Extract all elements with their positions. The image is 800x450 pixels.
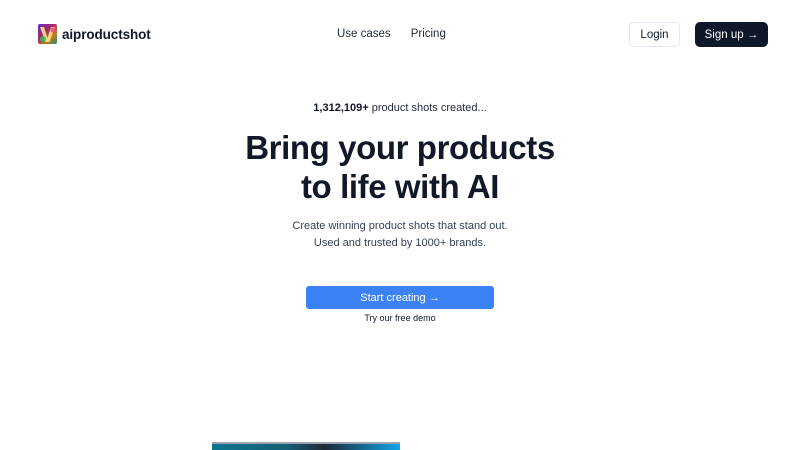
login-button[interactable]: Login [629,22,680,47]
hero-headline-line1: Bring your products [245,129,555,166]
nav-pricing[interactable]: Pricing [411,27,446,41]
main-nav: Use cases Pricing [337,27,446,41]
start-creating-button[interactable]: Start creating → [306,286,494,309]
hero-subtext-line2: Used and trusted by 1000+ brands. [313,237,487,249]
hero-headline: Bring your products to life with AI [0,128,800,206]
shots-counter: 1,312,109+ product shots created... [0,102,800,114]
hero-subtext-line1: Create winning product shots that stand … [292,220,508,232]
brand-name: aiproductshot [62,26,151,42]
hero-subtext: Create winning product shots that stand … [0,218,800,252]
free-demo-link[interactable]: Try our free demo [0,313,800,323]
hero-headline-line2: to life with AI [300,168,500,205]
site-header: aiproductshot Use cases Pricing Login Si… [0,0,800,68]
nav-use-cases[interactable]: Use cases [337,27,391,41]
signup-button[interactable]: Sign up → [695,22,768,47]
shots-counter-label: product shots created... [368,102,487,114]
shots-counter-value: 1,312,109+ [313,102,369,114]
brand-logo-link[interactable]: aiproductshot [38,24,151,44]
product-preview-image [212,442,400,450]
brand-logo-icon [38,24,57,44]
landing-page: aiproductshot Use cases Pricing Login Si… [0,0,800,450]
